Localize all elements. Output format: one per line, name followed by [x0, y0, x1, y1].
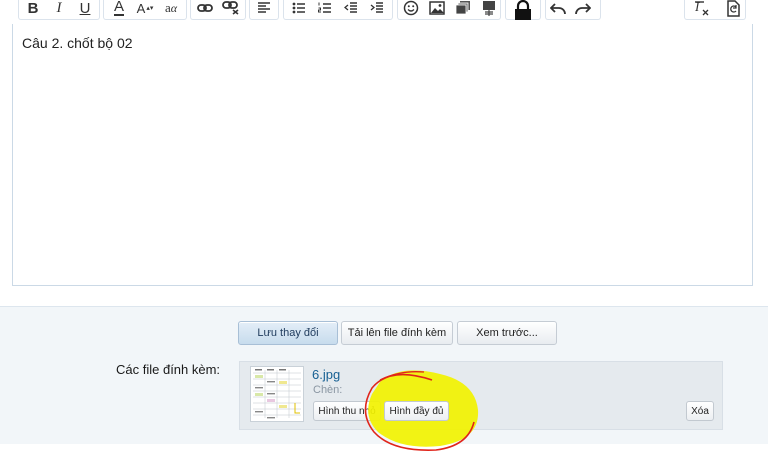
attachment-file-name[interactable]: 6.jpg	[312, 367, 340, 382]
font-size-icon[interactable]: A ▴▾	[134, 0, 156, 19]
media-icon[interactable]	[452, 0, 474, 19]
attachments-label: Các file đính kèm:	[116, 362, 221, 377]
insert-full-image-button-overlay[interactable]: Hình đầy đủ	[384, 401, 449, 421]
message-editor[interactable]: Câu 2. chốt bộ 02	[12, 24, 753, 286]
smilie-icon[interactable]	[400, 0, 422, 19]
text-color-label: A	[113, 0, 124, 16]
indent-icon[interactable]	[366, 0, 388, 19]
outdent-icon[interactable]	[340, 0, 362, 19]
lock-icon[interactable]	[512, 0, 534, 21]
toggle-bbcode-icon[interactable]	[722, 0, 744, 19]
italic-label: I	[56, 0, 62, 16]
redo-icon[interactable]	[572, 0, 594, 19]
editor-toolbar: B I U A A ▴▾ aα I	[0, 0, 768, 24]
attachment-thumbnail[interactable]	[250, 366, 304, 422]
link-icon[interactable]	[194, 0, 216, 19]
preview-button[interactable]: Xem trước...	[457, 321, 557, 345]
bold-icon[interactable]: B	[22, 0, 44, 19]
underline-icon[interactable]: U	[74, 0, 96, 19]
italic-icon[interactable]: I	[48, 0, 70, 19]
quote-icon[interactable]	[478, 0, 500, 19]
font-size-label: A	[136, 0, 146, 16]
image-icon[interactable]	[426, 0, 448, 19]
font-family-icon[interactable]: aα	[160, 0, 182, 19]
bold-label: B	[27, 0, 39, 17]
numbered-list-icon[interactable]	[314, 0, 336, 19]
upload-attachment-button[interactable]: Tải lên file đính kèm	[341, 321, 453, 345]
save-changes-button[interactable]: Lưu thay đổi	[238, 321, 338, 345]
unlink-icon[interactable]	[220, 0, 242, 19]
remove-format-icon[interactable]: I	[691, 0, 713, 19]
text-color-icon[interactable]: A	[108, 0, 130, 19]
underline-label: U	[79, 0, 91, 17]
undo-icon[interactable]	[547, 0, 569, 19]
delete-attachment-button[interactable]: Xóa	[686, 401, 714, 421]
editor-content[interactable]: Câu 2. chốt bộ 02	[22, 35, 133, 51]
insert-label: Chèn:	[313, 384, 343, 396]
bullet-list-icon[interactable]	[288, 0, 310, 19]
insert-thumbnail-button[interactable]: Hình thu nhỏ	[313, 401, 381, 421]
align-left-icon[interactable]	[253, 0, 275, 19]
